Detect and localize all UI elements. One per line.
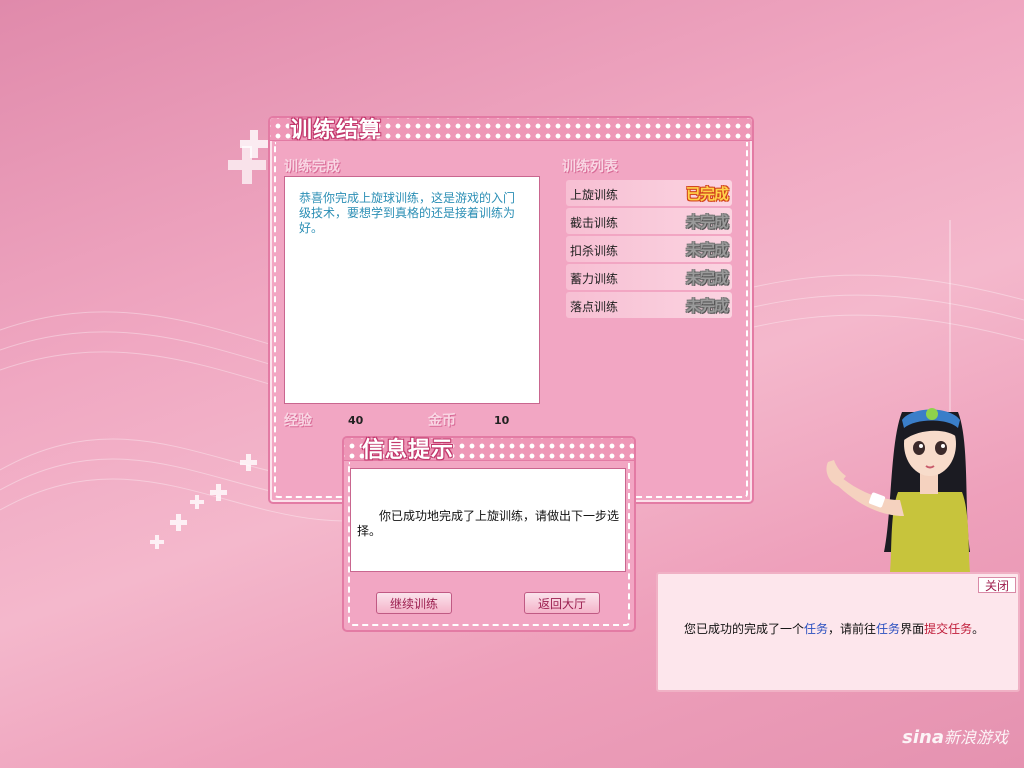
info-dialog: 信息提示 你已成功地完成了上旋训练，请做出下一步选择。 继续训练 返回大厅 [342, 436, 636, 632]
dialog-title: 信息提示 [362, 438, 455, 463]
notice-text-part: 您已成功的完成了一个 [684, 622, 805, 636]
completed-badge: 已完成 [685, 185, 729, 203]
dialog-message: 你已成功地完成了上旋训练，请做出下一步选择。 [350, 468, 626, 572]
training-item-placement[interactable]: 落点训练 未完成 [566, 292, 732, 318]
submit-task-link[interactable]: 提交任务 [924, 622, 972, 636]
training-item-topspin[interactable]: 上旋训练 已完成 [566, 180, 732, 206]
sina-logo: sina [902, 727, 944, 748]
task-notice: 关闭 您已成功的完成了一个任务，请前往任务界面提交任务。 [656, 572, 1020, 692]
notice-text-part: 。 [972, 622, 985, 636]
continue-training-button[interactable]: 继续训练 [376, 592, 452, 614]
training-item-volley[interactable]: 截击训练 未完成 [566, 208, 732, 234]
notice-text-part: 界面 [900, 622, 925, 636]
training-list: 上旋训练 已完成 截击训练 未完成 扣杀训练 未完成 蓄力训练 未完成 落点训练… [566, 180, 732, 320]
task-link[interactable]: 任务 [804, 622, 828, 636]
incomplete-badge: 未完成 [685, 297, 729, 315]
training-item-label: 落点训练 [570, 300, 619, 314]
training-item-charge[interactable]: 蓄力训练 未完成 [566, 264, 732, 290]
return-lobby-button[interactable]: 返回大厅 [524, 592, 600, 614]
experience-value: 40 [348, 414, 364, 427]
task-link[interactable]: 任务 [876, 622, 900, 636]
gold-label: 金币 [428, 413, 456, 429]
notice-text-part: ，请前往 [828, 622, 877, 636]
training-message: 恭喜你完成上旋球训练，这是游戏的入门级技术，要想学到真格的还是接着训练为好。 [284, 176, 540, 404]
section-title-list: 训练列表 [562, 159, 618, 175]
task-notice-text: 您已成功的完成了一个任务，请前往任务界面提交任务。 [684, 620, 984, 637]
incomplete-badge: 未完成 [685, 213, 729, 231]
gold-value: 10 [494, 414, 510, 427]
training-item-label: 截击训练 [570, 216, 619, 230]
watermark-text: 新浪游戏 [943, 728, 1008, 747]
training-item-label: 扣杀训练 [570, 244, 619, 258]
training-item-smash[interactable]: 扣杀训练 未完成 [566, 236, 732, 262]
panel-title: 训练结算 [290, 118, 383, 143]
training-item-label: 上旋训练 [570, 188, 619, 202]
character-girl [826, 408, 970, 572]
experience-label: 经验 [284, 413, 312, 429]
training-item-label: 蓄力训练 [570, 272, 619, 286]
incomplete-badge: 未完成 [685, 241, 729, 259]
section-title-complete: 训练完成 [284, 159, 340, 175]
incomplete-badge: 未完成 [685, 269, 729, 287]
sina-watermark: sina新浪游戏 [902, 724, 1008, 748]
close-button[interactable]: 关闭 [977, 577, 1016, 593]
